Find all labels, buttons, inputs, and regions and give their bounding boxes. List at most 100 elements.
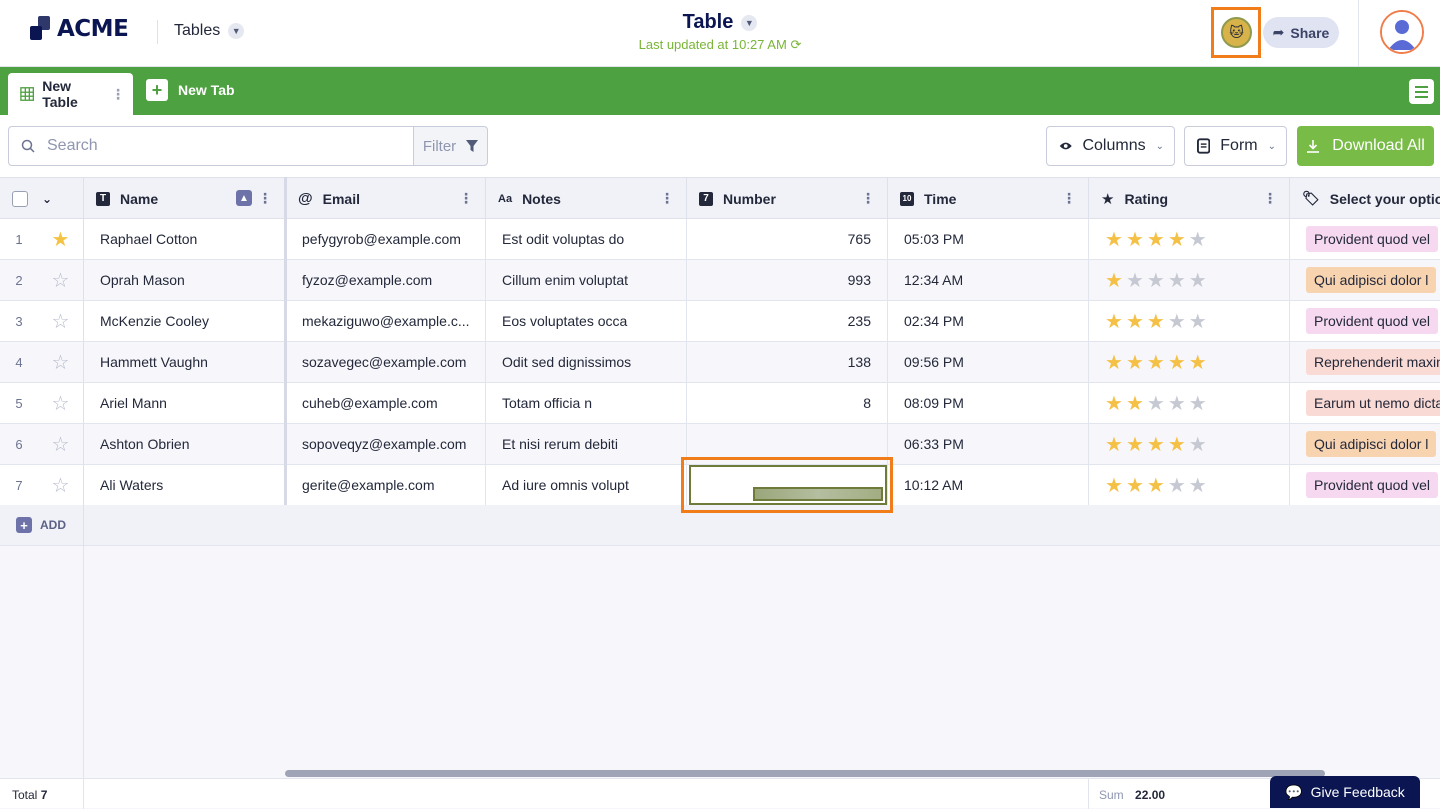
column-header-number[interactable]: 7 Number ⋮ xyxy=(687,178,888,219)
option-cell[interactable]: Provident quod vel xyxy=(1290,465,1440,505)
favorite-star-icon[interactable]: ☆ xyxy=(38,342,84,382)
column-header-name[interactable]: T Name ▲ ⋮ xyxy=(84,178,285,219)
rating-star-icon[interactable]: ★ xyxy=(1105,350,1123,375)
favorite-star-icon[interactable]: ☆ xyxy=(38,260,84,300)
number-cell[interactable]: 138 xyxy=(687,342,888,382)
tab-new-table[interactable]: New Table ⋮ xyxy=(8,73,133,115)
rating-star-icon[interactable]: ★ xyxy=(1189,350,1207,375)
time-cell[interactable]: 08:09 PM xyxy=(888,383,1089,423)
rating-cell[interactable]: ★ ★ ★ ★ ★ xyxy=(1089,301,1290,341)
rating-stars[interactable]: ★ ★ ★ ★ ★ xyxy=(1105,391,1207,416)
rating-stars[interactable]: ★ ★ ★ ★ ★ xyxy=(1105,227,1207,252)
column-header-notes[interactable]: Aa Notes ⋮ xyxy=(486,178,687,219)
option-cell[interactable]: Qui adipisci dolor l xyxy=(1290,260,1440,300)
columns-button[interactable]: Columns ⌄ xyxy=(1046,126,1175,166)
rating-star-icon[interactable]: ★ xyxy=(1189,432,1207,457)
rating-star-icon[interactable]: ★ xyxy=(1189,268,1207,293)
rating-star-icon[interactable]: ★ xyxy=(1189,309,1207,334)
rating-star-icon[interactable]: ★ xyxy=(1126,268,1144,293)
table-row[interactable]: 5 ☆ Ariel Mann cuheb@example.com Totam offic… xyxy=(0,383,1440,424)
notes-cell[interactable]: Et nisi rerum debiti xyxy=(486,424,687,464)
number-cell-editor[interactable] xyxy=(689,465,887,505)
new-tab-button[interactable]: + New Tab xyxy=(146,79,235,101)
rating-star-icon[interactable]: ★ xyxy=(1147,309,1165,334)
rating-star-icon[interactable]: ★ xyxy=(1189,227,1207,252)
rating-star-icon[interactable]: ★ xyxy=(1126,473,1144,498)
rating-star-icon[interactable]: ★ xyxy=(1168,268,1186,293)
collaborator-avatar-highlight[interactable]: 🐱 xyxy=(1211,7,1261,58)
rating-star-icon[interactable]: ★ xyxy=(1147,350,1165,375)
column-menu-icon[interactable]: ⋮ xyxy=(1263,190,1277,207)
time-cell[interactable]: 05:03 PM xyxy=(888,219,1089,259)
favorite-star-icon[interactable]: ☆ xyxy=(38,465,84,505)
rating-stars[interactable]: ★ ★ ★ ★ ★ xyxy=(1105,309,1207,334)
search-input[interactable] xyxy=(47,137,387,155)
rating-star-icon[interactable]: ★ xyxy=(1126,391,1144,416)
rating-star-icon[interactable]: ★ xyxy=(1168,432,1186,457)
name-cell[interactable]: Hammett Vaughn xyxy=(84,342,285,382)
rating-cell[interactable]: ★ ★ ★ ★ ★ xyxy=(1089,424,1290,464)
rating-cell[interactable]: ★ ★ ★ ★ ★ xyxy=(1089,383,1290,423)
time-cell[interactable]: 12:34 AM xyxy=(888,260,1089,300)
rating-star-icon[interactable]: ★ xyxy=(1105,268,1123,293)
rating-cell[interactable]: ★ ★ ★ ★ ★ xyxy=(1089,342,1290,382)
rating-cell[interactable]: ★ ★ ★ ★ ★ xyxy=(1089,260,1290,300)
name-cell[interactable]: Raphael Cotton xyxy=(84,219,285,259)
rating-cell[interactable]: ★ ★ ★ ★ ★ xyxy=(1089,219,1290,259)
favorite-star-icon[interactable]: ☆ xyxy=(38,424,84,464)
email-cell[interactable]: fyzoz@example.com xyxy=(286,260,486,300)
page-title-dropdown[interactable]: Table ▼ xyxy=(683,11,758,34)
notes-cell[interactable]: Totam officia n xyxy=(486,383,687,423)
rating-stars[interactable]: ★ ★ ★ ★ ★ xyxy=(1105,473,1207,498)
rating-star-icon[interactable]: ★ xyxy=(1147,391,1165,416)
share-button[interactable]: ➦ Share xyxy=(1263,17,1339,48)
table-row[interactable]: 1 ★ Raphael Cotton pefygyrob@example.com Est… xyxy=(0,219,1440,260)
time-cell[interactable]: 06:33 PM xyxy=(888,424,1089,464)
email-cell[interactable]: sopoveqyz@example.com xyxy=(286,424,486,464)
filter-button[interactable]: Filter xyxy=(413,126,488,166)
option-cell[interactable]: Provident quod vel xyxy=(1290,301,1440,341)
email-cell[interactable]: cuheb@example.com xyxy=(286,383,486,423)
favorite-star-icon[interactable]: ☆ xyxy=(38,301,84,341)
favorite-star-icon[interactable]: ★ xyxy=(38,219,84,259)
rating-star-icon[interactable]: ★ xyxy=(1105,473,1123,498)
pin-icon[interactable]: ▲ xyxy=(236,190,252,206)
hamburger-menu-icon[interactable] xyxy=(1409,79,1434,104)
number-cell[interactable]: 8 xyxy=(687,383,888,423)
number-cell-editor-highlight[interactable] xyxy=(681,457,893,513)
rating-star-icon[interactable]: ★ xyxy=(1147,227,1165,252)
table-row[interactable]: 2 ☆ Oprah Mason fyzoz@example.com Cillum eni… xyxy=(0,260,1440,301)
rating-star-icon[interactable]: ★ xyxy=(1189,391,1207,416)
tab-options-icon[interactable]: ⋮ xyxy=(111,86,125,103)
rating-star-icon[interactable]: ★ xyxy=(1168,227,1186,252)
column-menu-icon[interactable]: ⋮ xyxy=(258,190,272,207)
notes-cell[interactable]: Est odit voluptas do xyxy=(486,219,687,259)
column-menu-icon[interactable]: ⋮ xyxy=(459,190,473,207)
number-cell[interactable]: 765 xyxy=(687,219,888,259)
rating-star-icon[interactable]: ★ xyxy=(1105,391,1123,416)
rating-star-icon[interactable]: ★ xyxy=(1105,432,1123,457)
option-cell[interactable]: Reprehenderit maxin xyxy=(1290,342,1440,382)
column-menu-icon[interactable]: ⋮ xyxy=(1062,190,1076,207)
select-all-checkbox[interactable] xyxy=(12,190,28,207)
rating-star-icon[interactable]: ★ xyxy=(1168,309,1186,334)
form-button[interactable]: Form ⌄ xyxy=(1184,126,1287,166)
name-cell[interactable]: Ariel Mann xyxy=(84,383,285,423)
email-cell[interactable]: mekaziguwo@example.c... xyxy=(286,301,486,341)
option-cell[interactable]: Earum ut nemo dicta xyxy=(1290,383,1440,423)
rating-star-icon[interactable]: ★ xyxy=(1168,391,1186,416)
sum-aggregate[interactable]: Sum 22.00 xyxy=(1099,788,1165,802)
name-cell[interactable]: McKenzie Cooley xyxy=(84,301,285,341)
rating-star-icon[interactable]: ★ xyxy=(1147,473,1165,498)
email-cell[interactable]: pefygyrob@example.com xyxy=(286,219,486,259)
table-row[interactable]: 3 ☆ McKenzie Cooley mekaziguwo@example.c...… xyxy=(0,301,1440,342)
chevron-down-icon[interactable]: ⌄ xyxy=(42,192,52,206)
rating-stars[interactable]: ★ ★ ★ ★ ★ xyxy=(1105,268,1207,293)
add-row-button[interactable]: + ADD xyxy=(16,517,66,533)
time-cell[interactable]: 10:12 AM xyxy=(888,465,1089,505)
rating-star-icon[interactable]: ★ xyxy=(1105,309,1123,334)
name-cell[interactable]: Ashton Obrien xyxy=(84,424,285,464)
download-all-button[interactable]: Download All xyxy=(1297,126,1434,166)
rating-star-icon[interactable]: ★ xyxy=(1126,432,1144,457)
notes-cell[interactable]: Cillum enim voluptat xyxy=(486,260,687,300)
